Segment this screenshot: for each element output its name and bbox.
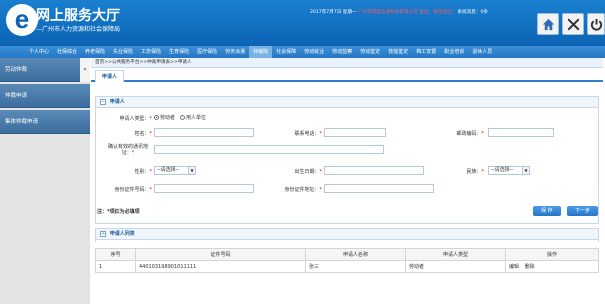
address-field[interactable] — [154, 145, 384, 154]
home-button[interactable] — [537, 13, 559, 35]
sidebar-item-collective-arbitration[interactable]: 集体仲裁申请 — [0, 110, 90, 134]
section-header[interactable]: + 申请人列表 — [96, 229, 598, 240]
logo: e 网上服务大厅 —广州市人力资源和社会保障局 — [6, 4, 176, 40]
expand-icon[interactable]: + — [100, 230, 106, 237]
id-address-label: 身份证件地址：* — [284, 187, 322, 193]
table-row: 1 440103198901011111 张三 劳动者 编辑 删除 — [95, 260, 599, 273]
collapse-sidebar-button[interactable]: « — [80, 58, 90, 82]
nav-item[interactable]: 个人中心 — [25, 46, 53, 58]
radio-checked-icon — [154, 115, 159, 120]
nav-item[interactable]: 仲裁院 — [249, 46, 273, 58]
applicant-form-section: − 申请人 申请人类型：* 劳动者 用人单位 姓名：* 联系电话：* 邮政编码：… — [95, 96, 599, 224]
nav-item[interactable]: 劳动就业 — [300, 46, 328, 58]
main-content: 首页>>公共服务平台>>仲裁申请表>>申请人 申请人 − 申请人 申请人类型：*… — [91, 58, 603, 304]
nav-item[interactable]: 失业保险 — [109, 46, 137, 58]
name-label: 姓名：* — [134, 131, 152, 137]
sidebar: 劳动仲裁 « 仲裁申请 集体仲裁申请 — [0, 58, 90, 304]
radio-unchecked-icon — [180, 115, 185, 120]
row-name: 张三 — [305, 260, 406, 273]
column-header: 序号 — [95, 248, 136, 261]
power-button[interactable] — [587, 13, 605, 35]
section-title: 申请人 — [109, 99, 125, 105]
sidebar-item-label: 集体仲裁申请 — [5, 119, 39, 125]
address-label: 确认有效的通讯地址：* — [107, 144, 148, 156]
nav-item[interactable]: 社会保障 — [272, 46, 300, 58]
company-text: 广州市新盈信通科技有限公司 — [358, 10, 418, 15]
system-message[interactable]: 系统消息：0条 — [457, 10, 488, 15]
gender-label: 性别：* — [134, 169, 152, 175]
logo-e-icon: e — [6, 4, 38, 36]
breadcrumb: 首页>>公共服务平台>>仲裁申请表>>申请人 — [91, 58, 603, 68]
id-number-label: 身份证件号码：* — [114, 187, 152, 193]
gender-select[interactable]: --请选择-- ▼ — [154, 166, 196, 175]
logout-link[interactable]: 退出，请您退出！ — [419, 10, 456, 15]
required-note: 注：*项红为必填项 — [97, 209, 140, 215]
applicant-type-label: 申请人类型：* — [119, 116, 152, 122]
postcode-label: 邮政编码：* — [456, 131, 484, 137]
section-header[interactable]: − 申请人 — [96, 97, 598, 108]
save-button[interactable]: 保 存 — [533, 206, 561, 216]
row-number: 1 — [95, 260, 136, 273]
column-header: 申请人类型 — [405, 248, 506, 261]
nav-item[interactable]: 工伤保险 — [137, 46, 165, 58]
column-header: 操作 — [505, 248, 599, 261]
nav-item[interactable]: 养老保险 — [81, 46, 109, 58]
nav-item[interactable]: 医疗保险 — [193, 46, 221, 58]
tab-bar: 申请人 — [91, 68, 603, 82]
sidebar-item-label: 劳动仲裁 — [5, 67, 28, 73]
birth-date-field[interactable] — [324, 166, 424, 175]
header-info: 2017年7月7日 星期一 广州市新盈信通科技有限公司 退出，请您退出！ 系统消… — [310, 9, 488, 15]
chevron-down-icon: ▼ — [522, 167, 529, 174]
row-id-number: 440103198901011111 — [135, 260, 306, 273]
chevron-down-icon: ▼ — [188, 167, 195, 174]
logo-subtitle: —广州市人力资源和社会保障局 — [36, 26, 121, 33]
phone-label: 联系电话：* — [294, 131, 322, 137]
id-address-field[interactable] — [324, 184, 434, 193]
header: e 网上服务大厅 —广州市人力资源和社会保障局 2017年7月7日 星期一 广州… — [0, 0, 605, 46]
applicant-list-section: + 申请人列表 — [95, 228, 599, 242]
radio-worker[interactable]: 劳动者 — [154, 114, 175, 121]
radio-employer[interactable]: 用人单位 — [180, 114, 206, 121]
id-number-field[interactable] — [154, 184, 254, 193]
tab-applicant[interactable]: 申请人 — [95, 70, 125, 82]
birth-label: 出生日期：* — [294, 169, 322, 175]
name-field[interactable] — [154, 128, 254, 137]
top-nav: 个人中心 社保综合 养老保险 失业保险 工伤保险 生育保险 医疗保险 劳务派遣 仲裁院 社会保障劳… — [0, 46, 605, 58]
date-text: 2017年7月7日 星期一 — [310, 10, 357, 15]
nav-item[interactable]: 职业培训 — [440, 46, 468, 58]
ethnic-label: 民族：* — [466, 169, 484, 175]
logo-title: 网上服务大厅 — [36, 8, 120, 24]
row-type: 劳动者 — [405, 260, 506, 273]
nav-item[interactable]: 档工安置 — [412, 46, 440, 58]
postcode-field[interactable] — [488, 128, 554, 137]
column-header: 申请人名称 — [305, 248, 406, 261]
next-button[interactable]: 下一步 — [567, 206, 599, 216]
edit-link[interactable]: 编辑 — [509, 264, 519, 270]
column-header: 证件号码 — [135, 248, 306, 261]
power-icon — [590, 18, 602, 31]
sidebar-item-label: 仲裁申请 — [5, 93, 28, 99]
nav-item[interactable]: 技能鉴定 — [384, 46, 412, 58]
nav-item[interactable]: 劳动鉴定 — [356, 46, 384, 58]
home-icon — [542, 18, 554, 30]
nav-item[interactable]: 劳动监察 — [328, 46, 356, 58]
ethnic-select[interactable]: --请选择-- ▼ — [488, 166, 530, 175]
table-header-row: 序号 证件号码 申请人名称 申请人类型 操作 — [95, 248, 599, 261]
row-actions: 编辑 删除 — [505, 260, 599, 273]
sidebar-item-labor-arbitration[interactable]: 劳动仲裁 « — [0, 58, 90, 82]
phone-field[interactable] — [324, 128, 386, 137]
delete-link[interactable]: 删除 — [525, 264, 535, 270]
nav-item[interactable]: 劳务派遣 — [221, 46, 249, 58]
app-root: e 网上服务大厅 —广州市人力资源和社会保障局 2017年7月7日 星期一 广州… — [0, 0, 605, 304]
sidebar-item-arbitration-apply[interactable]: 仲裁申请 — [0, 84, 90, 108]
nav-item[interactable]: 生育保险 — [165, 46, 193, 58]
nav-item[interactable]: 社保综合 — [53, 46, 81, 58]
tools-icon — [567, 18, 579, 30]
nav-item[interactable]: 退休人员 — [468, 46, 496, 58]
tools-button[interactable] — [562, 13, 584, 35]
collapse-icon[interactable]: − — [100, 98, 106, 105]
section-title: 申请人列表 — [109, 231, 135, 237]
applicant-table: 序号 证件号码 申请人名称 申请人类型 操作 1 440103198901011… — [95, 248, 599, 273]
